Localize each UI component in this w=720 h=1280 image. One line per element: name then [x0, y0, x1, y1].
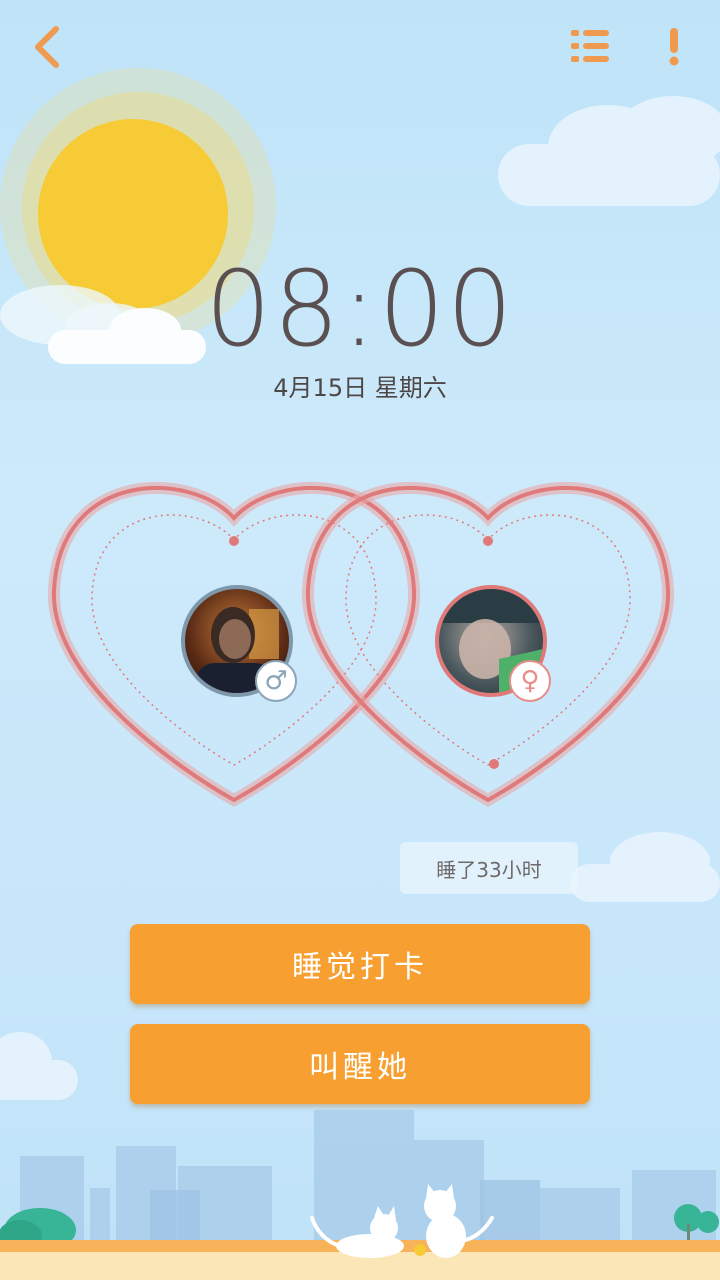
female-symbol-icon: ♀ [520, 666, 540, 696]
sleep-duration-label: 睡了33小时 [400, 842, 578, 894]
male-symbol-icon: ♂ [264, 666, 288, 696]
male-gender-badge: ♂ [255, 660, 297, 702]
sleep-checkin-button[interactable]: 睡觉打卡 [130, 924, 590, 1004]
cloud-mid-right [570, 828, 720, 904]
alert-button[interactable] [656, 24, 692, 68]
clock-date: 4月15日 星期六 [273, 374, 447, 402]
clock-time: 08:00 [205, 248, 515, 370]
wake-her-button[interactable]: 叫醒她 [130, 1024, 590, 1104]
list-button[interactable] [566, 24, 614, 68]
double-heart-graphic [0, 460, 720, 820]
back-button[interactable] [22, 22, 70, 72]
female-gender-badge: ♀ [509, 660, 551, 702]
city-skyline [0, 1110, 720, 1280]
cloud-bottom-left [0, 1028, 80, 1104]
cloud-top-right [498, 92, 720, 210]
chevron-left-icon [35, 26, 59, 68]
exclamation-icon [669, 28, 679, 66]
list-icon [571, 30, 609, 62]
